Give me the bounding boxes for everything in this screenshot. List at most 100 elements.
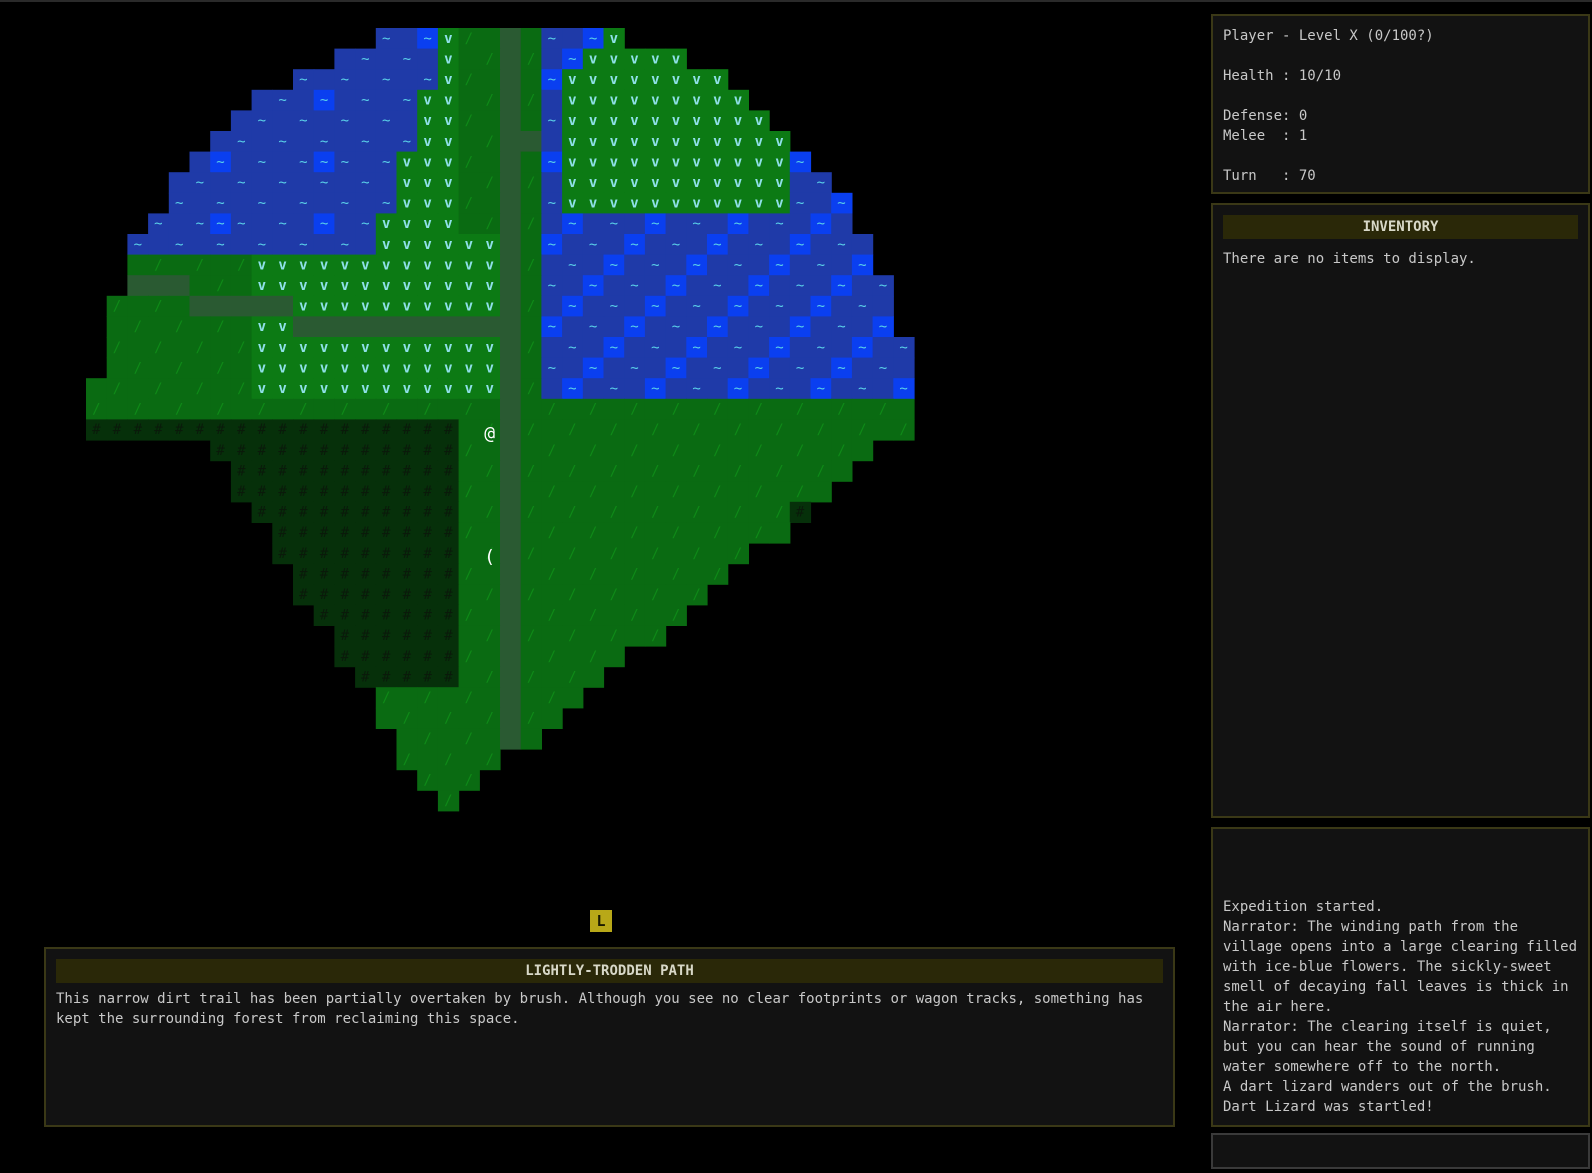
map-tile-grass bbox=[437, 728, 460, 750]
map-glyph-grass: / bbox=[713, 443, 721, 459]
map-glyph-grass: / bbox=[113, 381, 121, 397]
map-glyph-flowers: v bbox=[692, 196, 700, 212]
map-glyph-trees: # bbox=[444, 649, 453, 665]
world-map[interactable]: ~ ~ v / ~ ~ v~ ~ v / / ~ v v v v v~ ~ ~ ~ v / ~ v v v v v v v v~ ~ ~ ~ v v /… bbox=[0, 0, 1200, 900]
map-glyph-trees: # bbox=[196, 422, 205, 438]
map-glyph-deep: ~ bbox=[258, 196, 266, 212]
map-tile-deep bbox=[810, 357, 832, 379]
item-on-ground[interactable]: ( bbox=[484, 547, 495, 568]
map-glyph-grass: / bbox=[755, 484, 763, 500]
map-tile-grass bbox=[458, 584, 480, 606]
map-glyph-flowers: v bbox=[672, 51, 680, 67]
inventory-title: INVENTORY bbox=[1223, 215, 1578, 239]
map-tile-grass bbox=[603, 440, 625, 462]
map-glyph-grass: / bbox=[216, 360, 224, 376]
map-tile-deep bbox=[293, 213, 315, 235]
map-glyph-grass: / bbox=[589, 484, 597, 500]
map-glyph-deep: ~ bbox=[713, 360, 721, 376]
map-tile-deep bbox=[707, 213, 729, 235]
map-tile-grass bbox=[520, 563, 542, 585]
map-glyph-trees: # bbox=[403, 566, 412, 582]
map-glyph-shallow: ~ bbox=[775, 257, 783, 273]
map-glyph-deep: ~ bbox=[672, 319, 680, 335]
map-glyph-deep: ~ bbox=[134, 237, 142, 253]
map-tile-grass bbox=[810, 398, 832, 420]
map-tile-grass bbox=[644, 481, 667, 503]
map-glyph-trees: # bbox=[444, 422, 453, 438]
map-glyph-flowers: v bbox=[361, 257, 369, 273]
player-character[interactable]: @ bbox=[484, 423, 495, 444]
map-tile-path bbox=[479, 316, 501, 338]
map-tile-deep bbox=[789, 337, 812, 359]
map-glyph-flowers: v bbox=[299, 257, 307, 273]
map-glyph-trees: # bbox=[423, 546, 432, 562]
map-glyph-deep: ~ bbox=[382, 31, 390, 47]
map-glyph-flowers: v bbox=[589, 93, 597, 109]
map-tile-grass bbox=[458, 213, 480, 235]
map-glyph-grass: / bbox=[630, 608, 638, 624]
map-tile-grass bbox=[168, 254, 191, 276]
map-glyph-flowers: v bbox=[485, 340, 493, 356]
map-tile-grass bbox=[417, 707, 439, 729]
map-glyph-grass: / bbox=[485, 134, 493, 150]
map-glyph-shallow: ~ bbox=[548, 319, 556, 335]
map-glyph-flowers: v bbox=[258, 278, 266, 294]
map-tile-grass bbox=[479, 28, 501, 50]
map-glyph-grass: / bbox=[465, 566, 473, 582]
map-glyph-shallow: ~ bbox=[858, 257, 866, 273]
map-tile-grass bbox=[562, 522, 584, 544]
map-glyph-trees: # bbox=[382, 525, 391, 541]
map-glyph-trees: # bbox=[320, 608, 329, 624]
map-glyph-flowers: v bbox=[589, 175, 597, 191]
inventory-panel: INVENTORY There are no items to display. bbox=[1211, 203, 1590, 818]
map-glyph-flowers: v bbox=[630, 154, 638, 170]
map-glyph-grass: / bbox=[382, 402, 390, 418]
map-glyph-trees: # bbox=[320, 463, 329, 479]
map-glyph-grass: / bbox=[548, 525, 556, 541]
map-glyph-deep: ~ bbox=[361, 93, 369, 109]
map-glyph-flowers: v bbox=[485, 381, 493, 397]
map-glyph-grass: / bbox=[527, 505, 535, 521]
map-tile-deep bbox=[210, 131, 232, 153]
map-glyph-deep: ~ bbox=[879, 360, 887, 376]
map-tile-grass bbox=[230, 275, 253, 297]
map-glyph-flowers: v bbox=[423, 134, 431, 150]
command-input[interactable] bbox=[1211, 1133, 1590, 1169]
map-tile-deep bbox=[272, 110, 294, 132]
map-tile-grass bbox=[520, 481, 542, 503]
map-glyph-deep: ~ bbox=[299, 237, 307, 253]
map-glyph-shallow: ~ bbox=[899, 381, 907, 397]
map-glyph-shallow: ~ bbox=[734, 216, 742, 232]
map-tile-grass bbox=[520, 357, 542, 379]
map-glyph-deep: ~ bbox=[692, 216, 700, 232]
map-tile-deep bbox=[562, 357, 584, 379]
map-tile-deep bbox=[851, 275, 874, 297]
map-tile-grass bbox=[520, 110, 542, 132]
map-tile-deep bbox=[334, 131, 356, 153]
map-tile-grass bbox=[727, 440, 749, 462]
map-glyph-flowers: v bbox=[403, 196, 411, 212]
map-glyph-grass: / bbox=[465, 525, 473, 541]
map-tile-deep bbox=[375, 89, 398, 111]
map-glyph-flowers: v bbox=[775, 134, 783, 150]
map-glyph-shallow: ~ bbox=[630, 319, 638, 335]
map-glyph-flowers: v bbox=[361, 299, 369, 315]
map-tile-grass bbox=[520, 69, 542, 91]
map-glyph-deep: ~ bbox=[610, 216, 618, 232]
map-glyph-grass: / bbox=[527, 463, 535, 479]
map-glyph-trees: # bbox=[444, 546, 453, 562]
map-glyph-flowers: v bbox=[444, 196, 452, 212]
map-tile-path bbox=[500, 728, 522, 750]
map-glyph-shallow: ~ bbox=[672, 360, 680, 376]
map-tile-deep bbox=[417, 48, 439, 70]
map-glyph-flowers: v bbox=[320, 360, 328, 376]
map-tile-path bbox=[500, 378, 522, 400]
map-tile-path bbox=[500, 419, 522, 441]
map-glyph-trees: # bbox=[320, 422, 329, 438]
map-tile-deep bbox=[313, 234, 335, 256]
map-glyph-deep: ~ bbox=[341, 72, 349, 88]
map-tile-grass bbox=[541, 460, 563, 482]
map-tile-grass bbox=[707, 460, 729, 482]
map-glyph-flowers: v bbox=[465, 237, 473, 253]
log-entry: Dart Lizard was startled! bbox=[1223, 1099, 1434, 1115]
